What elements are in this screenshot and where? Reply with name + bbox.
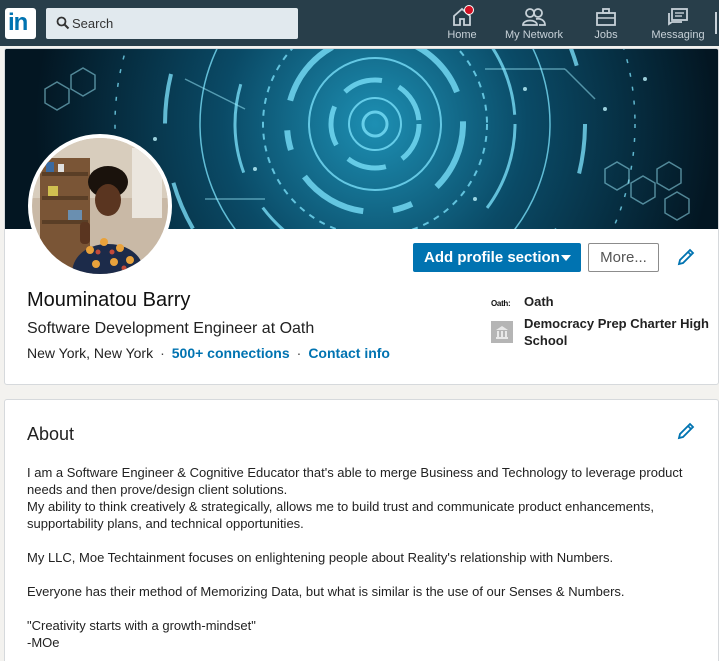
search-input[interactable] — [70, 8, 295, 39]
nav-jobs[interactable]: Jobs — [585, 0, 627, 46]
org-current-company-name: Oath — [524, 294, 554, 309]
more-button-label: More... — [600, 249, 647, 266]
about-line — [27, 566, 707, 583]
about-line: My ability to think creatively & strateg… — [27, 499, 654, 531]
avatar[interactable] — [32, 138, 168, 274]
about-card: About I am a Software Engineer & Cogniti… — [4, 399, 719, 661]
about-text: I am a Software Engineer & Cognitive Edu… — [27, 464, 707, 651]
connections-link[interactable]: 500+ connections — [172, 345, 290, 361]
school-icon — [491, 321, 513, 343]
about-line: My LLC, Moe Techtainment focuses on enli… — [27, 550, 614, 565]
profile-photo — [32, 138, 168, 274]
about-title: About — [27, 424, 75, 444]
location-connections-line: New York, New York · 500+ connections · Cont… — [27, 345, 390, 361]
nav-my-network-label: My Network — [504, 29, 564, 41]
nav-my-network[interactable]: My Network — [500, 0, 568, 46]
profile-photo-frame[interactable] — [28, 134, 172, 278]
nav-home-label: Home — [447, 29, 477, 41]
about-line — [27, 600, 707, 617]
briefcase-icon — [596, 8, 616, 26]
nav-divider — [715, 12, 717, 34]
logo-text: in — [8, 9, 28, 36]
nav-jobs-label: Jobs — [594, 29, 618, 41]
about-line: -MOe — [27, 635, 60, 650]
top-nav-bar: in Home My Network Jobs — [0, 0, 719, 46]
about-line: I am a Software Engineer & Cognitive Edu… — [27, 465, 683, 497]
notification-badge — [464, 5, 474, 15]
add-profile-section-label: Add profile section — [424, 249, 560, 266]
nav-home[interactable]: Home — [440, 0, 484, 46]
profile-name: Mouminatou Barry — [27, 289, 191, 311]
profile-card: Add profile section More... Mouminatou B… — [4, 48, 719, 385]
nav-messaging[interactable]: Messaging — [646, 0, 710, 46]
nav-messaging-label: Messaging — [651, 29, 705, 41]
edit-intro-pencil-icon[interactable] — [676, 247, 696, 267]
profile-headline: Software Development Engineer at Oath — [27, 320, 315, 337]
search-box[interactable] — [46, 8, 298, 39]
contact-info-link[interactable]: Contact info — [308, 345, 390, 361]
linkedin-logo[interactable]: in — [5, 8, 36, 39]
about-line — [27, 532, 707, 549]
messaging-icon — [668, 8, 688, 26]
profile-location: New York, New York — [27, 345, 154, 361]
oath-logo: Oath: — [491, 299, 511, 308]
separator-dot: · — [296, 345, 302, 361]
about-line: "Creativity starts with a growth-mindset… — [27, 618, 256, 633]
search-icon — [56, 16, 70, 30]
add-profile-section-button[interactable]: Add profile section — [413, 243, 581, 272]
network-icon — [522, 8, 546, 26]
more-button[interactable]: More... — [588, 243, 659, 272]
separator-dot: · — [160, 345, 165, 361]
org-education-name: Democracy Prep Charter High School — [524, 316, 709, 348]
caret-down-icon — [561, 255, 571, 261]
about-line: Everyone has their method of Memorizing … — [27, 584, 625, 599]
edit-about-pencil-icon[interactable] — [676, 421, 696, 441]
